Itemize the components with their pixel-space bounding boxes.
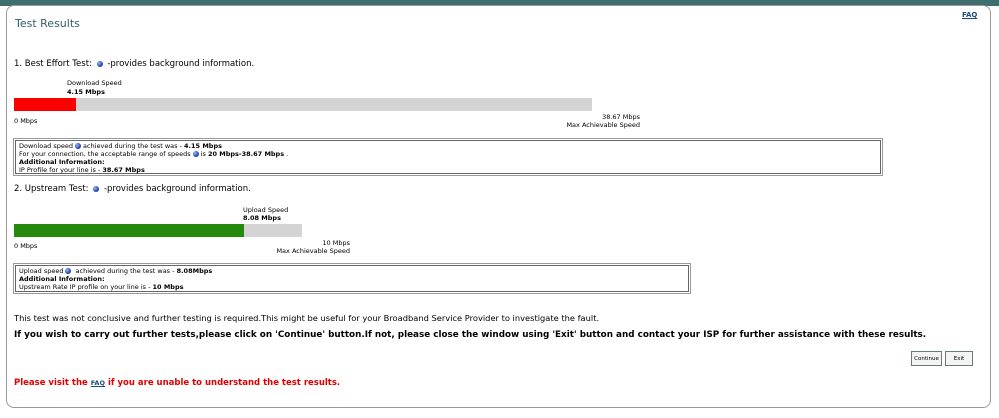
upload-scale-min: 0 Mbps [14,242,38,250]
continue-button[interactable]: Continue [911,351,942,366]
download-speed-bar [14,98,76,111]
download-speed-track [14,98,592,111]
upload-speed-bar [14,224,244,237]
info-icon[interactable] [93,185,100,192]
upload-scale-max-caption: Max Achievable Speed [276,247,350,255]
additional-info-heading: Additional Information: [19,275,105,283]
download-scale-max: 38.67 Mbps [602,113,640,121]
faq-help-message: Please visit the FAQ if you are unable t… [14,378,341,388]
acceptable-range-line: For your connection, the acceptable rang… [19,150,289,158]
faq-link[interactable]: FAQ [962,11,977,19]
download-details-box: Download speed achieved during the test w… [15,140,881,174]
upload-scale-max: 10 Mbps [322,239,350,247]
download-scale-max-caption: Max Achievable Speed [566,121,640,129]
faq-inline-link[interactable]: FAQ [91,379,105,387]
inconclusive-message: This test was not conclusive and further… [14,313,600,323]
instruction-message: If you wish to carry out further tests,p… [14,330,927,340]
best-effort-heading: 1. Best Effort Test: -provides backgroun… [14,59,255,69]
download-speed-label: Download Speed [67,79,122,87]
ip-profile-line: IP Profile for your line is - 38.67 Mbps [19,166,145,174]
download-speed-value: 4.15 Mbps [67,88,105,96]
upload-speed-track [14,224,302,237]
upload-speed-value: 8.08 Mbps [243,214,281,222]
upload-speed-label: Upload Speed [243,206,289,214]
upload-details-box: Upload speed achieved during the test wa… [15,265,689,292]
info-icon[interactable] [75,143,82,149]
download-detail-line: Download speed achieved during the test w… [19,142,222,150]
upstream-heading: 2. Upstream Test: -provides background i… [14,184,251,194]
page-title: Test Results [15,17,80,30]
exit-button[interactable]: Exit [945,351,973,366]
info-icon[interactable] [192,151,199,157]
info-icon[interactable] [65,268,72,274]
upstream-profile-line: Upstream Rate IP profile on your line is… [19,283,184,291]
info-icon[interactable] [96,60,103,67]
download-scale-min: 0 Mbps [14,117,38,125]
upload-detail-line: Upload speed achieved during the test wa… [19,267,213,275]
additional-info-heading: Additional Information: [19,158,105,166]
